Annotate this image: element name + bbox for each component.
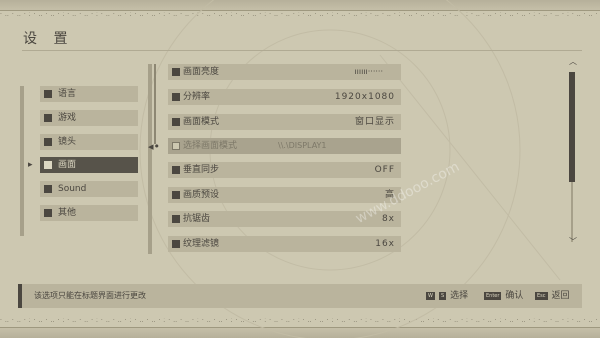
- setting-resolution[interactable]: 分辨率 1920x1080: [168, 89, 401, 105]
- hint-back[interactable]: Esc 返回: [535, 284, 570, 308]
- hint-confirm[interactable]: Enter 确认: [484, 284, 523, 308]
- category-other[interactable]: 其他: [40, 205, 138, 221]
- setting-label: 画面亮度: [183, 67, 220, 77]
- category-label: 画面: [58, 160, 77, 170]
- category-language[interactable]: 语言: [40, 86, 138, 102]
- category-game[interactable]: 游戏: [40, 110, 138, 126]
- category-sound[interactable]: Sound: [40, 181, 138, 197]
- scroll-up-icon[interactable]: ︿: [569, 58, 577, 66]
- key-enter-icon: Enter: [484, 292, 502, 300]
- setting-label: 纹理滤镜: [183, 239, 220, 249]
- status-message: 该选项只能在标题界面进行更改: [34, 291, 146, 300]
- hint-label: 返回: [551, 291, 570, 301]
- bullet-icon: [44, 185, 52, 193]
- setting-select-display[interactable]: 选择画面模式 \\.\DISPLAY1: [168, 138, 401, 154]
- bullet-icon: [172, 191, 180, 199]
- setting-brightness[interactable]: 画面亮度 ıııııı······: [168, 64, 401, 80]
- bullet-icon: [44, 114, 52, 122]
- status-bar: 该选项只能在标题界面进行更改 W S 选择 Enter 确认 Esc 返回: [18, 284, 582, 308]
- setting-label: 分辨率: [183, 92, 211, 102]
- setting-label: 画面模式: [183, 117, 220, 127]
- bullet-icon: [44, 209, 52, 217]
- bullet-icon: [172, 93, 180, 101]
- settings-rail-accent: [154, 64, 156, 144]
- category-label: 游戏: [58, 113, 77, 123]
- hint-label: 确认: [505, 291, 524, 301]
- category-label: Sound: [58, 184, 87, 194]
- setting-texture-filter[interactable]: 纹理滤镜 16x: [168, 236, 401, 252]
- bullet-icon: [172, 118, 180, 126]
- setting-value: 窗口显示: [354, 117, 395, 127]
- setting-value: 1920x1080: [334, 92, 395, 102]
- bullet-icon: [172, 166, 180, 174]
- setting-value: 16x: [375, 239, 395, 249]
- bullet-icon: [44, 161, 52, 169]
- category-rail: [20, 86, 24, 236]
- bullet-icon: [172, 215, 180, 223]
- scroll-down-icon[interactable]: ﹀: [569, 238, 577, 246]
- key-s-icon: S: [438, 292, 447, 300]
- scrollbar-thumb[interactable]: [569, 72, 575, 182]
- category-label: 其他: [58, 208, 77, 218]
- category-label: 镜头: [58, 137, 77, 147]
- bullet-icon: [172, 68, 180, 76]
- setting-label: 选择画面模式: [183, 141, 238, 151]
- brightness-meter[interactable]: ıııııı······: [354, 64, 383, 80]
- category-pointer-icon: ▸: [28, 160, 33, 170]
- setting-label: 抗锯齿: [183, 214, 211, 224]
- row-pointer-icon: ◂•: [148, 140, 161, 153]
- setting-display-mode[interactable]: 画面模式 窗口显示: [168, 114, 401, 130]
- setting-quality-preset[interactable]: 画质预设 高: [168, 187, 401, 203]
- hint-select[interactable]: W S 选择: [426, 284, 468, 308]
- setting-value: \\.\DISPLAY1: [278, 141, 327, 150]
- category-display[interactable]: 画面: [40, 157, 138, 173]
- setting-vsync[interactable]: 垂直同步 OFF: [168, 162, 401, 178]
- settings-rail: [148, 64, 152, 254]
- title-divider: [22, 50, 582, 51]
- hint-label: 选择: [450, 291, 469, 301]
- setting-value: OFF: [374, 165, 395, 175]
- bullet-icon: [44, 90, 52, 98]
- bullet-icon: [172, 240, 180, 248]
- category-camera[interactable]: 镜头: [40, 134, 138, 150]
- page-title: 设 置: [23, 31, 74, 47]
- category-label: 语言: [58, 89, 77, 99]
- key-w-icon: W: [426, 292, 435, 300]
- bullet-icon: [44, 138, 52, 146]
- setting-label: 垂直同步: [183, 165, 220, 175]
- bullet-icon: [172, 142, 180, 150]
- status-accent: [18, 284, 22, 308]
- setting-label: 画质预设: [183, 190, 220, 200]
- key-esc-icon: Esc: [535, 292, 548, 300]
